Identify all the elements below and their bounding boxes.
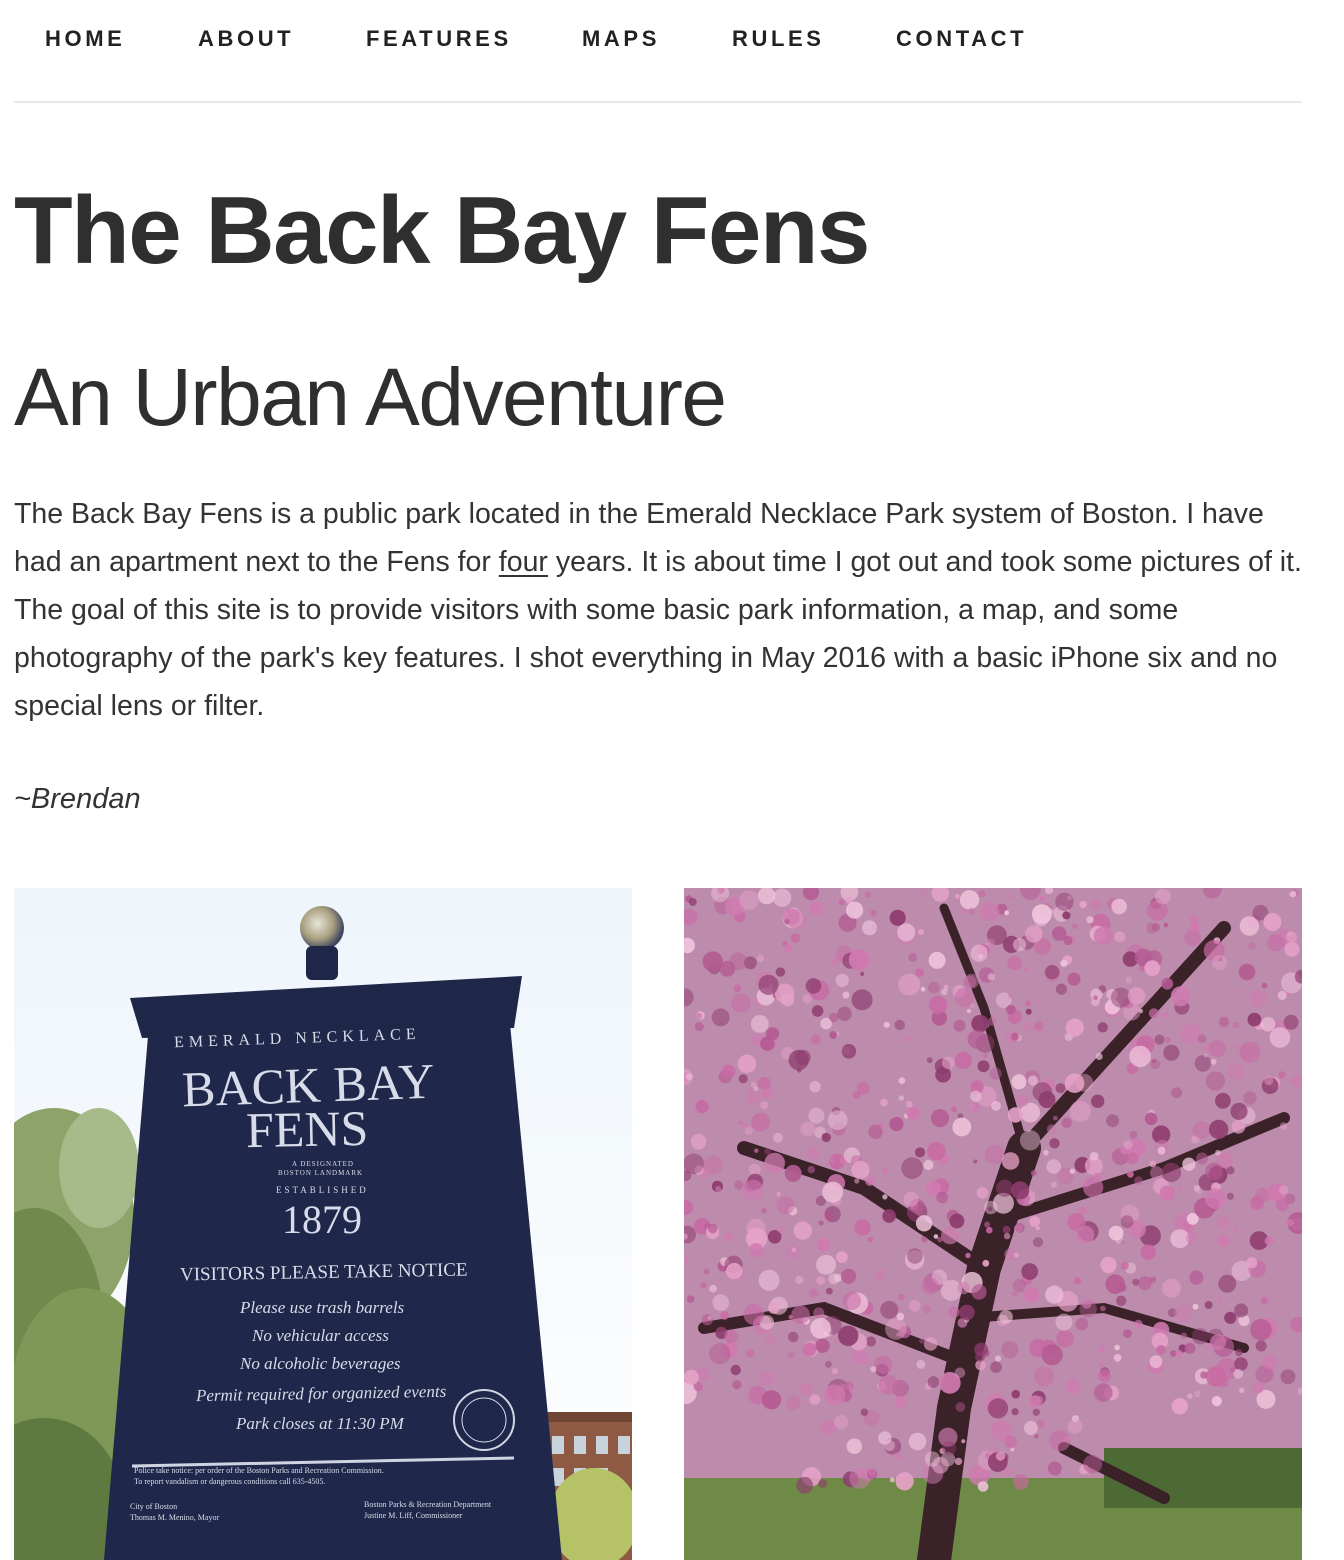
page-subtitle: An Urban Adventure	[14, 352, 727, 443]
top-nav: HOME ABOUT FEATURES MAPS RULES CONTACT	[14, 0, 1302, 103]
photo-blossom-tree[interactable]	[684, 888, 1302, 1560]
photo-park-sign[interactable]: EMERALD NECKLACE BACK BAY FENS A DESIGNA…	[14, 888, 632, 1560]
nav-contact-link[interactable]: CONTACT	[896, 26, 1027, 52]
nav-features-link[interactable]: FEATURES	[366, 26, 512, 52]
nav-maps-link[interactable]: MAPS	[582, 26, 660, 52]
page: HOME ABOUT FEATURES MAPS RULES CONTACT T…	[0, 0, 1344, 1560]
nav-about-link[interactable]: ABOUT	[198, 26, 294, 52]
page-title: The Back Bay Fens	[14, 177, 870, 284]
sign-globe	[300, 906, 344, 950]
signature: ~Brendan	[14, 783, 141, 815]
nav-home-link[interactable]: HOME	[45, 26, 125, 52]
four-years-link[interactable]: four	[499, 546, 548, 578]
park-sign-image	[14, 888, 632, 1560]
intro-paragraph: The Back Bay Fens is a public park locat…	[14, 490, 1314, 730]
nav-rules-link[interactable]: RULES	[732, 26, 825, 52]
blossom-tree-image	[684, 888, 1302, 1560]
sign-board	[104, 1024, 562, 1560]
